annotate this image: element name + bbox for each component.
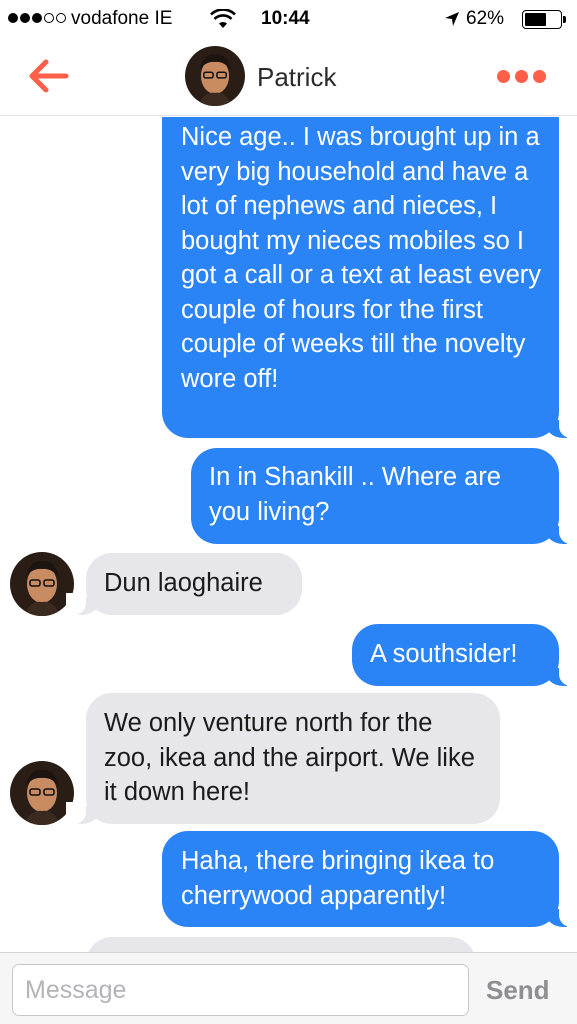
message-text: A southsider! xyxy=(370,640,518,668)
message-list[interactable]: Nice age.. I was brought up in a very bi… xyxy=(0,117,577,952)
clock: 10:44 xyxy=(261,8,310,29)
battery-percentage: 62% xyxy=(466,8,505,29)
battery-icon xyxy=(522,10,566,29)
contact-avatar[interactable] xyxy=(185,46,245,106)
message-text: Haha, there bringing ikea to cherrywood … xyxy=(181,847,495,910)
status-bar: vodafone IE 10:44 62% xyxy=(0,0,577,40)
battery-level-fill xyxy=(525,13,547,26)
message-text: We only venture north for the zoo, ikea … xyxy=(104,709,475,806)
message-bubble-sent[interactable]: A southsider! xyxy=(352,624,577,686)
message-text: Dun laoghaire xyxy=(104,569,263,597)
more-options-icon[interactable] xyxy=(497,70,546,83)
location-arrow-icon xyxy=(445,12,459,26)
message-bubble-received[interactable]: Dun laoghaire xyxy=(66,553,302,615)
message-text: In in Shankill .. Where are you living? xyxy=(209,463,501,526)
signal-strength-icon xyxy=(8,13,66,23)
message-bubble-received[interactable]: We only venture north for the zoo, ikea … xyxy=(66,693,500,824)
send-button[interactable]: Send xyxy=(486,975,550,1006)
avatar-photo xyxy=(10,552,74,616)
back-arrow-icon[interactable] xyxy=(26,56,72,96)
contact-message-avatar[interactable] xyxy=(10,761,74,825)
contact-message-avatar[interactable] xyxy=(10,552,74,616)
carrier-name: vodafone IE xyxy=(71,8,173,29)
message-input[interactable] xyxy=(12,964,469,1016)
message-composer: Send xyxy=(0,952,577,1024)
message-bubble-sent[interactable]: Haha, there bringing ikea to cherrywood … xyxy=(162,831,577,927)
contact-name[interactable]: Patrick xyxy=(257,62,336,93)
avatar-photo xyxy=(185,46,245,106)
message-bubble-received[interactable] xyxy=(86,937,476,952)
message-bubble-sent[interactable]: Nice age.. I was brought up in a very bi… xyxy=(162,117,577,438)
message-text: Nice age.. I was brought up in a very bi… xyxy=(181,123,542,393)
chat-header: Patrick xyxy=(0,40,577,116)
avatar-photo xyxy=(10,761,74,825)
wifi-icon xyxy=(210,9,236,28)
message-bubble-sent[interactable]: In in Shankill .. Where are you living? xyxy=(191,448,577,544)
